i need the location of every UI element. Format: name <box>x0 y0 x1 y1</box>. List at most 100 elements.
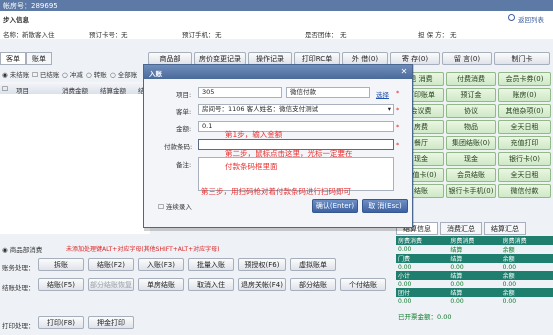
personal-settle-button[interactable]: 个付结账 <box>340 278 386 291</box>
close-icon[interactable]: ✕ <box>399 67 409 76</box>
pay-cell: 0.00 <box>450 263 464 271</box>
pay-header-cell: 结算 <box>448 254 501 263</box>
side-btn-day-rent[interactable]: 全天日租 <box>498 120 551 134</box>
filter-bar: ◉ 未结账 ☐ 已结账 ○ 冲减 ○ 转账 ○ 全部账 <box>0 66 140 79</box>
deposit-print-button[interactable]: 押金打印 <box>88 316 134 329</box>
bill-grid-body[interactable] <box>0 94 150 234</box>
side-btn-group-settle[interactable]: 集团结账(0) <box>446 136 496 150</box>
commodity-radio[interactable]: ◉ 商品部消费 <box>2 244 42 254</box>
cancel-checkin-button[interactable]: 取消入住 <box>188 278 234 291</box>
side-btn-bank-card[interactable]: 银行卡(0) <box>498 152 551 166</box>
tab-account[interactable]: 账单 <box>26 52 52 65</box>
side-btn-member-settle[interactable]: 会员结账 <box>446 168 496 182</box>
commodity-radio-label: 商品部消费 <box>9 246 43 254</box>
group-value: 无 <box>340 31 347 39</box>
filter-offset-label: 冲减 <box>69 71 83 79</box>
item-code-input[interactable]: 305 <box>198 87 282 98</box>
pay-cell: 0.00 <box>502 280 517 288</box>
annotation-step1: 第1步，输入金额 <box>225 130 283 139</box>
annotation-step2-line2: 付款条码框里面 <box>225 162 278 171</box>
guest-select-value: 房间号：1106 客人姓名：微信支付测试 <box>202 105 319 113</box>
guest-label: 客单: <box>176 108 192 116</box>
side-btn-cashier[interactable]: 账房(0) <box>498 88 551 102</box>
confirm-button[interactable]: 确认(Enter) <box>312 199 358 213</box>
cancel-button[interactable]: 取 消(Esc) <box>362 199 408 213</box>
preauth-button[interactable]: 预授权(F6) <box>238 258 286 271</box>
item-name-input[interactable]: 微信付款 <box>286 87 370 98</box>
booking-value: 无 <box>121 31 128 39</box>
side-btn-member-coupon[interactable]: 会员卡券(0) <box>498 72 551 86</box>
back-link[interactable]: 返回列表 <box>518 14 544 24</box>
virtual-bill-button[interactable]: 虚拟账单 <box>290 258 336 271</box>
side-btn-bank-phone[interactable]: 银行卡手机(0) <box>446 184 496 198</box>
pay-header-cell: 余额 <box>500 254 553 263</box>
guarantee-label: 担 保 方： <box>418 31 449 39</box>
dialog-title-bar: 入账 ✕ <box>144 65 412 79</box>
side-btn-recharge-print[interactable]: 充值打印 <box>498 136 551 150</box>
tab-consume-summary[interactable]: 消费汇总 <box>440 222 482 235</box>
side-btn-misc[interactable]: 其他杂项(0) <box>498 104 551 118</box>
filter-offset[interactable]: ○ 冲减 <box>62 69 83 79</box>
select-all-checkbox[interactable]: ☐ <box>2 85 8 93</box>
side-btn-prepay[interactable]: 预订金 <box>446 88 496 102</box>
side-btn-cash-2[interactable]: 现金 <box>446 152 496 166</box>
side-btn-agreement[interactable]: 协议 <box>446 104 496 118</box>
pay-cell: 0.00 <box>450 297 464 305</box>
split-bill-button[interactable]: 拆账 <box>38 258 84 271</box>
batch-post-button[interactable]: 批量入账 <box>188 258 234 271</box>
side-btn-goods[interactable]: 物品 <box>446 120 496 134</box>
pay-cell: 0.00 <box>398 297 412 305</box>
make-key-card-button[interactable]: 制门卡 <box>494 52 550 65</box>
side-btn-full-day[interactable]: 全天日租 <box>498 168 551 182</box>
pay-cell: 0.00 <box>398 246 412 253</box>
window-title: 帐房号：289695 <box>3 2 58 10</box>
tab-settle-summary[interactable]: 结算汇总 <box>484 222 526 235</box>
print-f8-button[interactable]: 打印(F8) <box>38 316 84 329</box>
amount-label: 金额: <box>176 125 192 133</box>
filter-unsettled[interactable]: ◉ 未结账 <box>2 69 29 79</box>
settle-f2-button[interactable]: 结账(F2) <box>88 258 134 271</box>
settle-ops-label: 结账处理： <box>2 284 35 292</box>
tab-guest-bill[interactable]: 客单 <box>0 52 26 65</box>
continuous-checkbox[interactable]: ☐ 连续录入 <box>158 201 192 211</box>
step-bar: 步入信息 返回列表 <box>0 11 553 26</box>
partial-settle-button[interactable]: 部分结账 <box>290 278 336 291</box>
print-ops-label: 打印处理： <box>2 322 35 330</box>
partial-restore-button[interactable]: 部分结账恢复 <box>88 278 134 291</box>
post-f3-button[interactable]: 入账(F3) <box>138 258 184 271</box>
filter-transfer-label: 转账 <box>93 71 107 79</box>
select-link[interactable]: 选择 <box>376 89 389 99</box>
pay-header-cell: 结算 <box>448 271 501 280</box>
required-mark: * <box>396 106 400 114</box>
info-bar: 名称： 新散客入住 预订卡号： 无 预订手机： 无 是否团体： 无 担 保 方：… <box>0 25 553 39</box>
pay-header-cell: 房费消费 <box>396 236 449 245</box>
name-value: 新散客入住 <box>22 31 55 39</box>
pay-header-cell: 结算 <box>448 288 501 297</box>
settle-f5-button[interactable]: 结账(F5) <box>38 278 84 291</box>
pay-cell: 0.00 <box>398 280 412 288</box>
required-mark: * <box>396 141 400 149</box>
filter-transfer[interactable]: ○ 转账 <box>86 69 107 79</box>
filter-all[interactable]: ○ 全部账 <box>110 69 137 79</box>
chevron-down-icon: ▾ <box>387 105 391 113</box>
guest-select[interactable]: 房间号：1106 客人姓名：微信支付测试 ▾ <box>198 104 394 115</box>
filter-settled-label: 已结账 <box>39 71 60 79</box>
continuous-label: 连续录入 <box>165 203 192 211</box>
booking-label: 预订卡号： <box>89 31 122 39</box>
pay-cell: 0.00 <box>502 263 517 271</box>
name-label: 名称： <box>3 31 23 39</box>
message-button[interactable]: 留 言(0) <box>442 52 492 65</box>
required-mark: * <box>396 89 400 97</box>
dialog-title: 入账 <box>149 70 162 78</box>
checkout-close-button[interactable]: 退房关帐(F4) <box>238 278 286 291</box>
side-btn-wechat-pay[interactable]: 微信付款 <box>498 184 551 198</box>
account-ops-label: 账务处理： <box>2 264 35 272</box>
filter-settled[interactable]: ☐ 已结账 <box>32 69 59 79</box>
side-btn-pay-consume[interactable]: 付费消费 <box>446 72 496 86</box>
pay-header-cell: 余额 <box>500 288 553 297</box>
group-label: 是否团体： <box>305 31 338 39</box>
single-room-settle-button[interactable]: 单房结账 <box>138 278 184 291</box>
pay-header-cell: 小计 <box>396 271 449 280</box>
phone-label: 预订手机： <box>182 31 215 39</box>
filter-all-label: 全部账 <box>117 71 138 79</box>
